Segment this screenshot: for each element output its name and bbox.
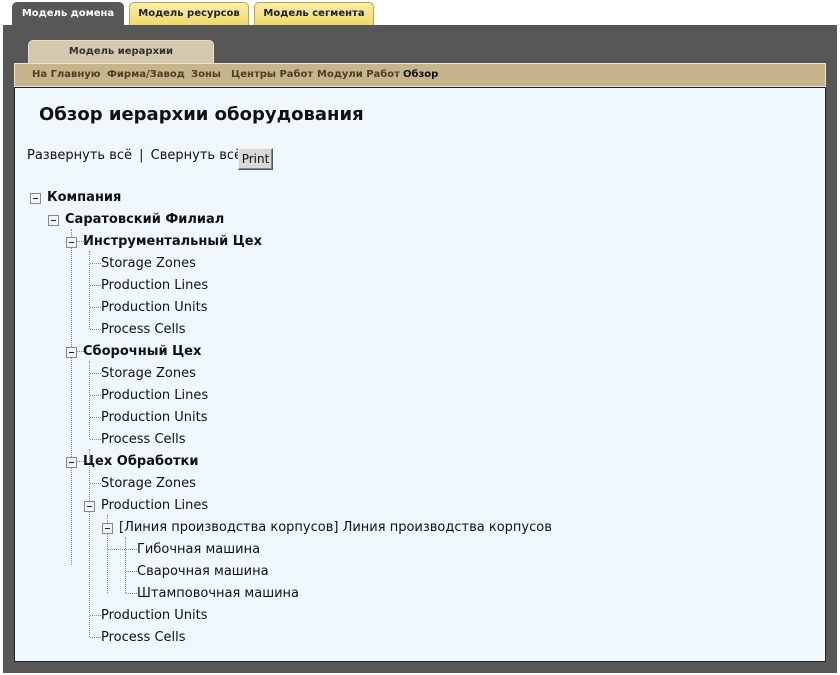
collapse-toggle-icon[interactable] — [48, 215, 59, 226]
tree-connector — [89, 449, 90, 637]
tree-leaf[interactable]: Process Cells — [101, 629, 186, 647]
tree-connector — [90, 637, 101, 638]
tree-connector — [90, 395, 101, 396]
tab-equipment-hierarchy[interactable]: Модель иерархии оборудования — [28, 40, 214, 79]
tree-leaf[interactable]: Production Units — [101, 299, 208, 317]
tree-connector — [126, 571, 137, 572]
separator: | — [139, 148, 144, 163]
tab-resource-model[interactable]: Модель ресурсов — [129, 2, 249, 25]
tree-leaf[interactable]: Storage Zones — [101, 255, 196, 273]
expand-all-link[interactable]: Развернуть всё — [27, 148, 132, 163]
print-button[interactable]: Print — [238, 148, 273, 170]
collapse-toggle-icon[interactable] — [66, 237, 77, 248]
nav-areas[interactable]: Зоны — [191, 64, 221, 86]
tree-connector — [90, 285, 101, 286]
tree-node-workshop[interactable]: Инструментальный Цех — [83, 233, 262, 251]
tree-connector — [90, 329, 101, 330]
nav-enterprise-site[interactable]: Фирма/Завод — [107, 64, 185, 86]
tree-node-company[interactable]: Компания — [47, 189, 121, 207]
tree-connector — [90, 483, 101, 484]
tree-connector — [90, 373, 101, 374]
collapse-toggle-icon[interactable] — [30, 193, 41, 204]
main-frame: Модель иерархии оборудования На Главную … — [3, 25, 837, 673]
page-title: Обзор иерархии оборудования — [39, 104, 364, 125]
tree-leaf[interactable]: Storage Zones — [101, 475, 196, 493]
tree-connector — [125, 537, 126, 593]
tree-node-production-lines[interactable]: Production Lines — [101, 497, 208, 515]
tree-leaf-machine[interactable]: Сварочная машина — [137, 563, 269, 581]
tree-leaf[interactable]: Production Units — [101, 409, 208, 427]
tree-leaf[interactable]: Process Cells — [101, 321, 186, 339]
nav-home[interactable]: На Главную — [32, 64, 101, 86]
tree-node-workshop[interactable]: Цех Обработки — [83, 453, 198, 471]
tree-connector — [90, 307, 101, 308]
tree-connector — [90, 615, 101, 616]
nav-overview[interactable]: Обзор — [403, 64, 438, 86]
tree-node-production-line[interactable]: [Линия производства корпусов] Линия прои… — [119, 519, 552, 537]
tab-segment-model[interactable]: Модель сегмента — [254, 2, 374, 25]
collapse-toggle-icon[interactable] — [102, 523, 113, 534]
content-panel: Обзор иерархии оборудования Развернуть в… — [14, 87, 826, 662]
tree-connector — [90, 263, 101, 264]
tree-connector — [71, 229, 72, 565]
tree-node-workshop[interactable]: Сборочный Цех — [83, 343, 201, 361]
tree-connector — [126, 593, 137, 594]
nav-work-centers[interactable]: Центры Работ — [231, 64, 313, 86]
tree-leaf[interactable]: Production Units — [101, 607, 208, 625]
tree-connector — [90, 417, 101, 418]
top-tab-bar: Модель домена Модель ресурсов Модель сег… — [0, 0, 840, 26]
collapse-toggle-icon[interactable] — [84, 501, 95, 512]
collapse-toggle-icon[interactable] — [66, 457, 77, 468]
tree-node-branch[interactable]: Саратовский Филиал — [65, 211, 224, 229]
tree-actions: Развернуть всё | Свернуть всё | Print — [27, 148, 273, 170]
tree-connector — [90, 439, 101, 440]
nav-work-units[interactable]: Модули Работ — [317, 64, 400, 86]
tree-leaf[interactable]: Production Lines — [101, 387, 208, 405]
tree-leaf[interactable]: Storage Zones — [101, 365, 196, 383]
tree-leaf-machine[interactable]: Гибочная машина — [137, 541, 260, 559]
tree-leaf-machine[interactable]: Штамповочная машина — [137, 585, 299, 603]
nav-bar: На Главную Фирма/Завод Зоны Центры Работ… — [14, 63, 826, 87]
collapse-toggle-icon[interactable] — [66, 347, 77, 358]
tree-leaf[interactable]: Process Cells — [101, 431, 186, 449]
tree-leaf[interactable]: Production Lines — [101, 277, 208, 295]
tree-connector — [126, 549, 137, 550]
tab-domain-model[interactable]: Модель домена — [12, 2, 124, 26]
collapse-all-link[interactable]: Свернуть всё — [151, 148, 242, 163]
